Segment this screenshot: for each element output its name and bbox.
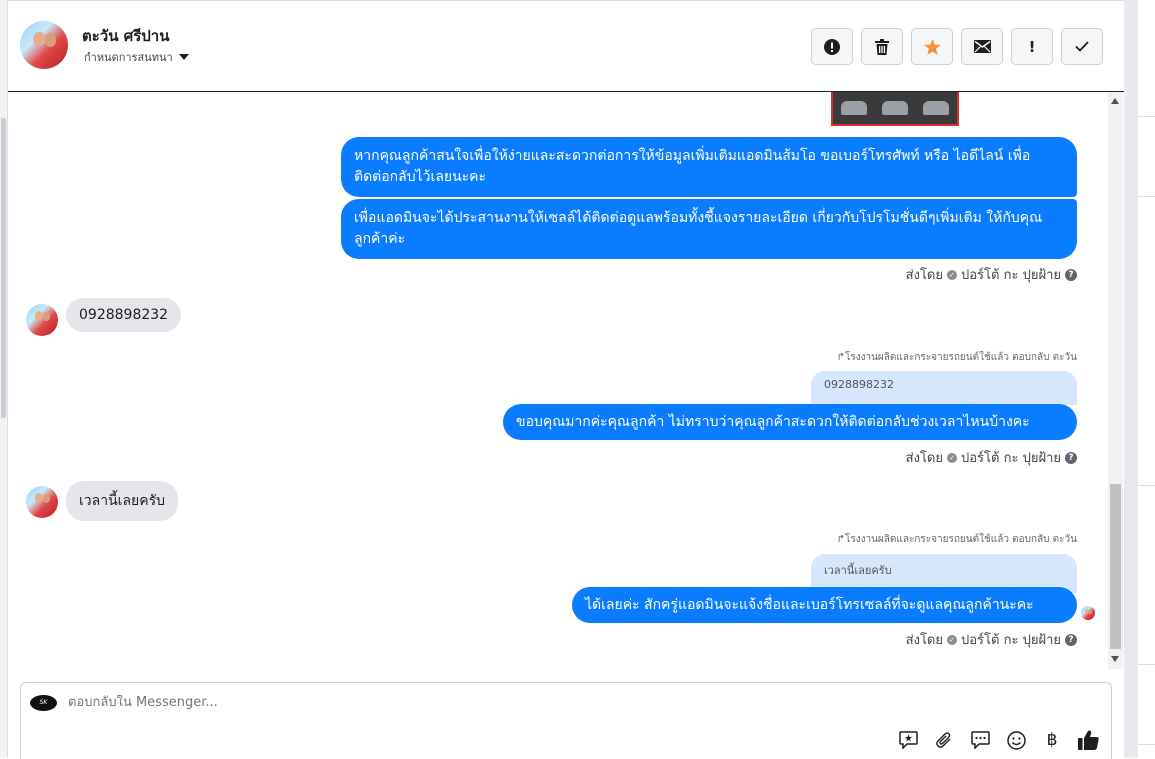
payment-button[interactable]: ฿ (1041, 729, 1063, 751)
assign-label: กำหนดการสนทนา (84, 51, 173, 64)
thread-scrollbar[interactable] (1108, 92, 1123, 669)
seen-avatar (1081, 606, 1095, 620)
sent-by-name[interactable]: ปอร์โต้ กะ ปุยฝ้าย (961, 629, 1061, 650)
help-icon[interactable]: ? (1065, 268, 1077, 281)
sent-by-line: ส่งโดย ✓ ปอร์โต้ กะ ปุยฝ้าย ? (906, 629, 1077, 650)
reply-arrow-icon: ↱ (836, 352, 845, 363)
attach-button[interactable] (933, 729, 955, 751)
envelope-icon (973, 40, 991, 53)
saved-reply-icon (898, 731, 918, 749)
star-button[interactable] (911, 28, 953, 65)
emoji-icon (1006, 730, 1026, 750)
sent-by-label: ส่งโดย (905, 633, 943, 648)
mark-important-button[interactable]: ! (1011, 28, 1053, 65)
sent-by-line: ส่งโดย ✓ ปอร์โต้ กะ ปุยฝ้าย ? (906, 264, 1077, 285)
mark-done-button[interactable] (1061, 28, 1103, 65)
sent-by-name[interactable]: ปอร์โต้ กะ ปุยฝ้าย (961, 264, 1061, 285)
quoted-message[interactable]: 0928898232 (811, 371, 1077, 405)
message-bubble-outgoing: ขอบคุณมากค่ะคุณลูกค้า ไม่ทราบว่าคุณลูกค้… (503, 404, 1077, 440)
like-button[interactable] (1077, 729, 1099, 751)
scroll-up-arrow-icon[interactable] (1111, 98, 1119, 104)
check-icon (1075, 41, 1089, 52)
reply-input[interactable] (68, 695, 868, 710)
contact-avatar-small (26, 486, 58, 518)
left-scroll-thumb[interactable] (1, 118, 6, 418)
baht-icon: ฿ (1046, 730, 1058, 750)
contact-avatar[interactable] (20, 21, 68, 69)
divider (1138, 485, 1155, 486)
scroll-down-arrow-icon[interactable] (1111, 656, 1119, 662)
contact-name[interactable]: ตะวัน ศรีปาน (82, 24, 169, 48)
contact-avatar-small (26, 304, 58, 336)
right-details-panel (1124, 0, 1155, 758)
message-bubble-outgoing: เพื่อแอดมินจะได้ประสานงานให้เซลล์ได้ติดต… (341, 199, 1077, 259)
message-bubble-incoming: เวลานี้เลยครับ (66, 481, 178, 521)
help-icon[interactable]: ? (1065, 633, 1077, 646)
reply-arrow-icon: ↱ (836, 534, 845, 545)
reply-note: ↱โรงงานผลิตและกระจายรถยนต์ใช้แล้ว ตอบกลั… (836, 534, 1077, 545)
message-thread: หากคุณลูกค้าสนใจเพื่อให้ง่ายและสะดวกต่อก… (8, 92, 1124, 669)
delete-button[interactable] (861, 28, 903, 65)
divider (1138, 196, 1155, 197)
right-panel-gutter (1124, 0, 1138, 758)
sent-by-line: ส่งโดย ✓ ปอร์โต้ กะ ปุยฝ้าย ? (906, 447, 1077, 468)
saved-reply-button[interactable] (897, 729, 919, 751)
help-icon[interactable]: ? (1065, 451, 1077, 464)
shared-image-car-promo[interactable] (831, 92, 959, 126)
alert-circle-icon (824, 38, 840, 55)
verified-icon: ✓ (947, 452, 957, 463)
verified-icon: ✓ (947, 269, 957, 280)
mail-button[interactable] (961, 28, 1003, 65)
sent-by-label: ส่งโดย (905, 451, 943, 466)
reply-composer: SK ฿ (20, 682, 1112, 759)
comment-icon (970, 731, 990, 749)
star-icon (923, 38, 941, 55)
left-scroll-strip (0, 0, 8, 758)
conversation-pane: ตะวัน ศรีปาน กำหนดการสนทนา ! หากคุณลูกค้… (8, 0, 1124, 759)
divider (1138, 116, 1155, 117)
page-logo-icon: SK (30, 695, 57, 711)
scroll-thumb[interactable] (1110, 484, 1121, 649)
attachment-icon (936, 732, 951, 748)
composer-toolbar: ฿ (897, 729, 1099, 751)
like-icon (1077, 730, 1099, 750)
emoji-button[interactable] (1005, 729, 1027, 751)
divider (1138, 664, 1155, 665)
sent-by-label: ส่งโดย (905, 268, 943, 283)
assign-conversation-dropdown[interactable]: กำหนดการสนทนา (84, 48, 189, 66)
message-bubble-outgoing: หากคุณลูกค้าสนใจเพื่อให้ง่ายและสะดวกต่อก… (341, 137, 1077, 197)
conversation-header: ตะวัน ศรีปาน กำหนดการสนทนา ! (8, 1, 1124, 92)
mark-spam-button[interactable] (811, 28, 853, 65)
message-bubble-outgoing: ได้เลยค่ะ สักครู่แอดมินจะแจ้งชื่อและเบอร… (572, 587, 1077, 623)
divider (1138, 744, 1155, 745)
trash-icon (875, 38, 889, 55)
comment-button[interactable] (969, 729, 991, 751)
caret-down-icon (178, 54, 189, 60)
reply-note: ↱โรงงานผลิตและกระจายรถยนต์ใช้แล้ว ตอบกลั… (836, 352, 1077, 363)
sent-by-name[interactable]: ปอร์โต้ กะ ปุยฝ้าย (961, 447, 1061, 468)
exclamation-icon: ! (1028, 37, 1036, 56)
conversation-toolbar: ! (811, 28, 1103, 65)
verified-icon: ✓ (947, 634, 957, 645)
message-bubble-incoming: 0928898232 (66, 298, 182, 332)
